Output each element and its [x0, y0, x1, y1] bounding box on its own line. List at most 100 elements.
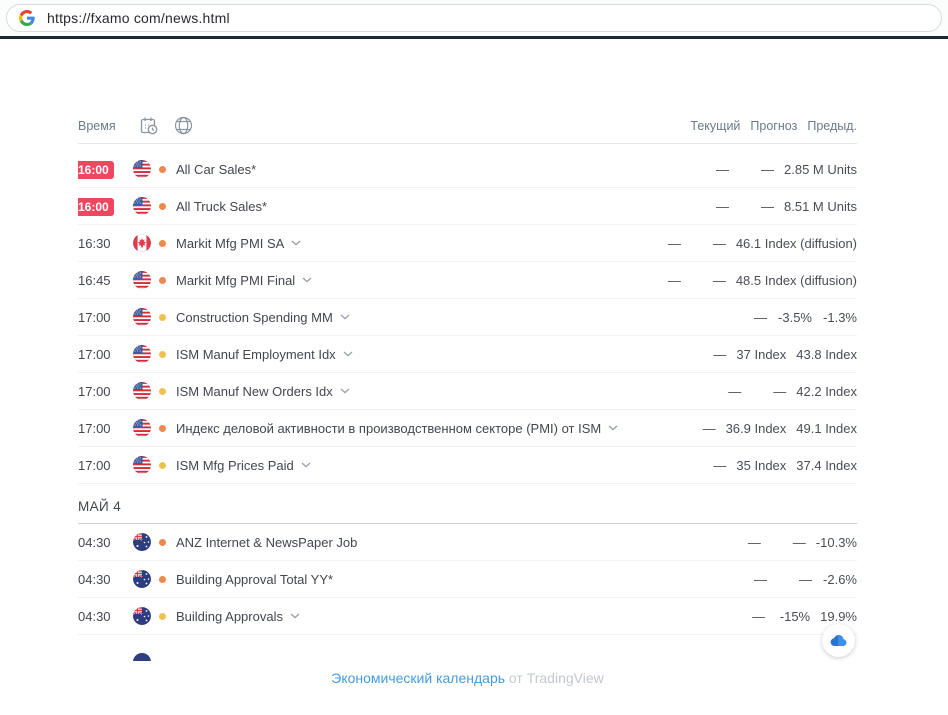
chevron-down-icon[interactable]	[291, 240, 301, 246]
event-values: — — -10.3%	[716, 535, 857, 550]
browser-toolbar: https://fxamo com/news.html	[0, 0, 948, 39]
event-time: 04:30	[78, 534, 111, 550]
event-time: 17:00	[78, 309, 111, 325]
event-time-cell: 16:30	[78, 236, 133, 251]
previous-value: 48.5 Index (diffusion)	[735, 272, 857, 288]
date-separator: МАЙ 4	[78, 484, 857, 524]
google-g-icon	[19, 9, 35, 26]
importance-dot-icon	[159, 538, 166, 546]
event-name: ISM Manuf New Orders Idx	[176, 383, 333, 399]
previous-value: -10.3%	[815, 534, 857, 550]
previous-value: 49.1 Index	[796, 420, 857, 436]
event-time-cell: 17:00	[78, 310, 133, 325]
globe-icon[interactable]	[173, 115, 195, 137]
calendar-event-row[interactable]: 16:00	[78, 151, 857, 188]
previous-value: 8.51 M Units	[784, 198, 857, 214]
calendar-event-row[interactable]: 17:00	[78, 299, 857, 336]
previous-value: 46.1 Index (diffusion)	[735, 235, 857, 251]
actual-column-header: Текущий	[690, 118, 741, 133]
cloud-icon[interactable]	[822, 624, 855, 657]
forecast-value: —	[712, 235, 726, 251]
event-values: — — -2.6%	[722, 572, 857, 587]
previous-value: 19.9%	[820, 608, 857, 624]
actual-value: —	[702, 420, 716, 436]
event-time-cell: 04:30	[78, 535, 133, 550]
partial-flag-icon	[133, 653, 151, 661]
calendar-event-row[interactable]: 17:00	[78, 410, 857, 447]
chevron-down-icon[interactable]	[301, 462, 311, 468]
address-bar[interactable]: https://fxamo com/news.html	[6, 3, 942, 32]
calendar-event-row[interactable]: 16:45 Markit Mfg PMI Final — — 48.5 Inde…	[78, 262, 857, 299]
event-name: Индекс деловой активности в производстве…	[176, 420, 602, 436]
chevron-down-icon[interactable]	[608, 425, 618, 431]
chevron-down-icon[interactable]	[340, 388, 350, 394]
ca-flag-icon	[133, 234, 151, 252]
chevron-down-icon[interactable]	[302, 277, 312, 283]
forecast-value: —	[712, 272, 726, 288]
widget-attribution: Экономический календарь от TradingView	[78, 661, 857, 686]
event-group-may-4: 04:30 ANZ Internet & NewsPaper Job — — -…	[78, 524, 857, 635]
us-flag-icon	[133, 197, 151, 215]
value-column-headers: Текущий Прогноз Предыд.	[680, 119, 857, 133]
event-values: — 35 Index 37.4 Index	[681, 458, 857, 473]
event-name: All Car Sales*	[176, 161, 257, 177]
event-time: 16:00	[78, 197, 114, 216]
previous-value: 42.2 Index	[796, 383, 857, 399]
economic-calendar-link[interactable]: Экономический календарь	[331, 670, 505, 686]
au-flag-icon	[133, 533, 151, 551]
event-values: — — 42.2 Index	[696, 384, 857, 399]
calendar-event-row[interactable]: 17:00	[78, 373, 857, 410]
importance-dot-icon	[159, 202, 166, 210]
attribution-suffix: от TradingView	[508, 670, 604, 686]
event-time-cell: 17:00	[78, 421, 133, 436]
calendar-event-row[interactable]: 04:30 ANZ Internet & NewsPaper Job — — -…	[78, 524, 857, 561]
event-name: ISM Manuf Employment Idx	[176, 346, 336, 362]
event-name: ISM Mfg Prices Paid	[176, 457, 294, 473]
event-time: 16:00	[78, 160, 114, 179]
previous-value: 37.4 Index	[796, 457, 857, 473]
time-column-header: Время	[78, 118, 116, 133]
calendar-event-row[interactable]: 16:00	[78, 188, 857, 225]
event-time: 04:30	[78, 608, 111, 624]
chevron-down-icon[interactable]	[340, 314, 350, 320]
calendar-clock-icon[interactable]	[138, 115, 160, 137]
actual-value: —	[754, 309, 767, 325]
importance-dot-icon	[159, 387, 166, 395]
forecast-value: 36.9 Index	[725, 420, 787, 436]
chevron-down-icon[interactable]	[343, 351, 353, 357]
event-time-cell: 17:00	[78, 384, 133, 399]
actual-value: —	[667, 235, 681, 251]
actual-value: —	[728, 383, 742, 399]
calendar-event-row[interactable]: 04:30 Building Appro	[78, 598, 857, 635]
actual-value: —	[716, 161, 730, 177]
event-time-cell: 04:30	[78, 572, 133, 587]
forecast-value: 37 Index	[736, 346, 787, 362]
event-list: 16:00 All Car Sales* — — 2.85 M Units 16…	[78, 144, 857, 661]
actual-value: —	[752, 608, 766, 624]
calendar-event-row[interactable]: 17:00	[78, 336, 857, 373]
event-name: Building Approval Total YY*	[176, 571, 334, 587]
actual-value: —	[667, 272, 681, 288]
event-name: Markit Mfg PMI SA	[176, 235, 285, 251]
us-flag-icon	[133, 419, 151, 437]
au-flag-icon	[133, 570, 151, 588]
importance-dot-icon	[159, 575, 166, 583]
calendar-event-row[interactable]: 17:00	[78, 447, 857, 484]
event-time: 17:00	[78, 346, 111, 362]
event-values: — — 48.5 Index (diffusion)	[636, 273, 857, 288]
calendar-event-row[interactable]: 16:30 Markit Mfg PMI SA — — 46.1 Index (…	[78, 225, 857, 262]
event-time: 17:00	[78, 420, 111, 436]
event-name: Construction Spending MM	[176, 309, 333, 325]
actual-value: —	[716, 198, 730, 214]
chevron-down-icon[interactable]	[290, 613, 300, 619]
news-page: Время Текущий Прогноз Предыд. 16:00 All …	[0, 39, 948, 686]
actual-value: —	[747, 534, 761, 550]
importance-dot-icon	[159, 424, 166, 432]
forecast-value: -15%	[779, 608, 811, 624]
event-values: — — 8.51 M Units	[684, 199, 857, 214]
calendar-event-row[interactable]: 04:30 Building Appro	[78, 561, 857, 598]
event-name: ANZ Internet & NewsPaper Job	[176, 534, 358, 550]
us-flag-icon	[133, 271, 151, 289]
forecast-value: -3.5%	[778, 309, 812, 325]
event-time: 16:45	[78, 272, 111, 288]
